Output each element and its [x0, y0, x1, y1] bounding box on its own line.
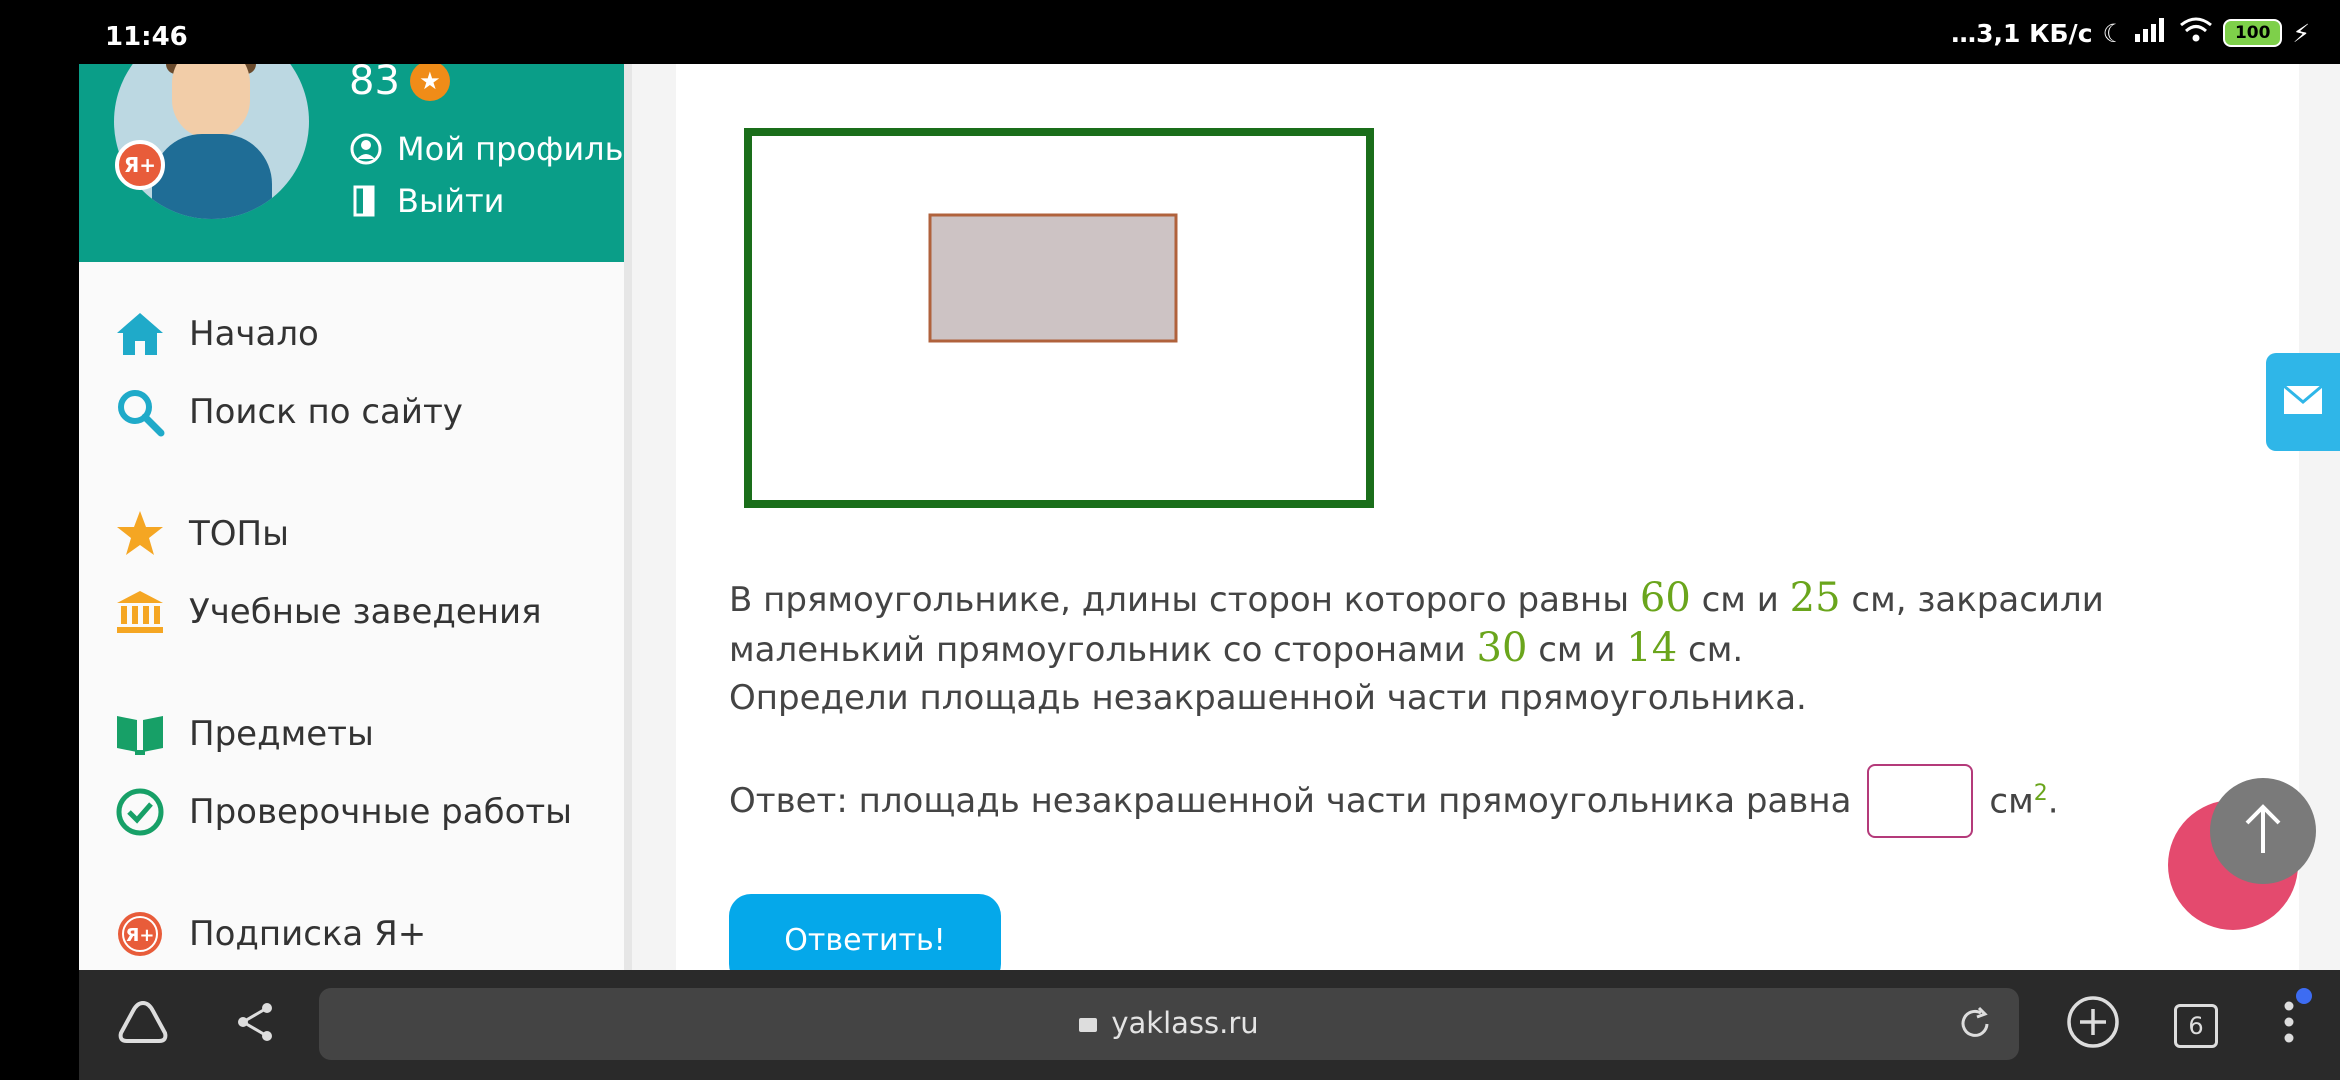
share-button[interactable] [227, 998, 283, 1054]
sidebar-item-label: Проверочные работы [189, 792, 573, 832]
answer-unit: см2. [1989, 781, 2058, 821]
number-small-length: 30 [1476, 625, 1528, 671]
main-content: В прямоугольнике, длины сторон которого … [676, 64, 2299, 986]
shaded-rectangle [928, 213, 1178, 343]
ya-plus-badge: Я+ [115, 140, 165, 190]
sidebar-item-institutions[interactable]: Учебные заведения [115, 584, 542, 640]
problem-text-part: см и [1701, 580, 1779, 620]
charging-icon: ⚡ [2292, 18, 2310, 48]
problem-text-part: В прямоугольнике, длины сторон которого … [729, 580, 1630, 620]
logout-link[interactable]: Выйти [349, 182, 504, 220]
problem-text-part: см. [1688, 630, 1744, 670]
url-display: yaklass.ru [319, 1006, 2019, 1040]
problem-text: В прямоугольнике, длины сторон которого … [729, 574, 2269, 722]
browser-toolbar: yaklass.ru 6 [79, 970, 2340, 1080]
tabs-button[interactable]: 6 [2168, 998, 2224, 1054]
share-icon [235, 1001, 275, 1052]
battery-indicator: 100 [2222, 19, 2283, 47]
sidebar-item-search[interactable]: Поиск по сайту [115, 384, 463, 440]
feedback-mail-button[interactable] [2266, 353, 2340, 451]
home-icon [115, 309, 165, 359]
sidebar-item-home[interactable]: Начало [115, 306, 319, 362]
points-value: 83 [349, 64, 400, 104]
search-icon [115, 387, 165, 437]
my-profile-label: Мой профиль [397, 130, 624, 168]
sidebar-item-label: Подписка Я+ [189, 914, 427, 954]
sidebar-item-subjects[interactable]: Предметы [115, 706, 374, 762]
number-length: 60 [1639, 575, 1691, 621]
envelope-icon [2283, 384, 2323, 419]
status-time: 11:46 [105, 22, 188, 52]
sidebar-item-label: Предметы [189, 714, 374, 754]
logout-label: Выйти [397, 182, 505, 220]
unit-exponent: 2 [2033, 780, 2048, 806]
my-profile-link[interactable]: Мой профиль [349, 130, 623, 168]
new-tab-button[interactable] [2065, 995, 2121, 1054]
points-counter: 83 ★ [349, 64, 450, 104]
ya-plus-icon: Я+ [115, 909, 165, 959]
tabs-count: 6 [2174, 1004, 2218, 1048]
status-bar: 11:46 …3,1 КБ/с ☾ 100 ⚡ [0, 0, 2340, 64]
rectangle-figure [744, 128, 1374, 508]
arrow-up-icon [2241, 803, 2285, 859]
triangle-home-icon [117, 999, 169, 1054]
number-width: 25 [1789, 575, 1841, 621]
network-speed: …3,1 КБ/с [1951, 18, 2093, 48]
avatar-body [152, 134, 272, 219]
menu-button[interactable] [2261, 998, 2317, 1054]
sidebar-item-label: Учебные заведения [189, 592, 542, 632]
menu-notification-dot [2296, 988, 2312, 1004]
check-circle-icon [115, 787, 165, 837]
star-icon [115, 509, 165, 559]
answer-period: . [2047, 781, 2059, 822]
url-text: yaklass.ru [1111, 1006, 1259, 1040]
screen: 11:46 …3,1 КБ/с ☾ 100 ⚡ Я+ 83 ★ Мой проф… [0, 0, 2340, 1080]
answer-line: Ответ: площадь незакрашенной части прямо… [729, 764, 2059, 838]
user-circle-icon [349, 132, 383, 166]
moon-icon: ☾ [2102, 18, 2125, 48]
answer-label: Ответ: площадь незакрашенной части прямо… [729, 781, 1852, 821]
sidebar-item-label: Поиск по сайту [189, 392, 463, 432]
home-shortcut-button[interactable] [115, 998, 171, 1054]
sidebar-item-tops[interactable]: ТОПы [115, 506, 289, 562]
address-bar[interactable]: yaklass.ru [319, 988, 2019, 1060]
institution-icon [115, 587, 165, 637]
star-icon: ★ [409, 64, 450, 101]
profile-panel: Я+ 83 ★ Мой профиль Выйти [79, 64, 624, 262]
status-icons: …3,1 КБ/с ☾ 100 ⚡ [1951, 17, 2310, 49]
content-gutter [632, 64, 676, 970]
svg-text:Я+: Я+ [126, 925, 155, 946]
sidebar-item-tests[interactable]: Проверочные работы [115, 784, 572, 840]
sidebar-item-subscription[interactable]: Я+ Подписка Я+ [115, 906, 426, 962]
number-small-width: 14 [1626, 625, 1678, 671]
sidebar-item-label: Начало [189, 314, 319, 354]
reload-icon[interactable] [1957, 1006, 1993, 1046]
sidebar-item-label: ТОПы [189, 514, 289, 554]
scroll-top-button[interactable] [2210, 778, 2316, 884]
sidebar: Я+ 83 ★ Мой профиль Выйти Начало Поиск п… [79, 64, 632, 970]
lock-icon [1079, 1018, 1098, 1032]
book-icon [115, 709, 165, 759]
unit-text: см [1989, 781, 2034, 822]
answer-input[interactable] [1867, 764, 1974, 838]
problem-text-part: см и [1538, 630, 1616, 670]
wifi-icon [2179, 17, 2213, 49]
signal-icon [2134, 18, 2169, 48]
avatar-face [172, 64, 250, 139]
door-icon [349, 184, 383, 218]
more-vertical-icon [2283, 1000, 2295, 1053]
plus-circle-icon [2066, 995, 2120, 1058]
problem-question: Определи площадь незакрашенной части пря… [729, 678, 1807, 718]
